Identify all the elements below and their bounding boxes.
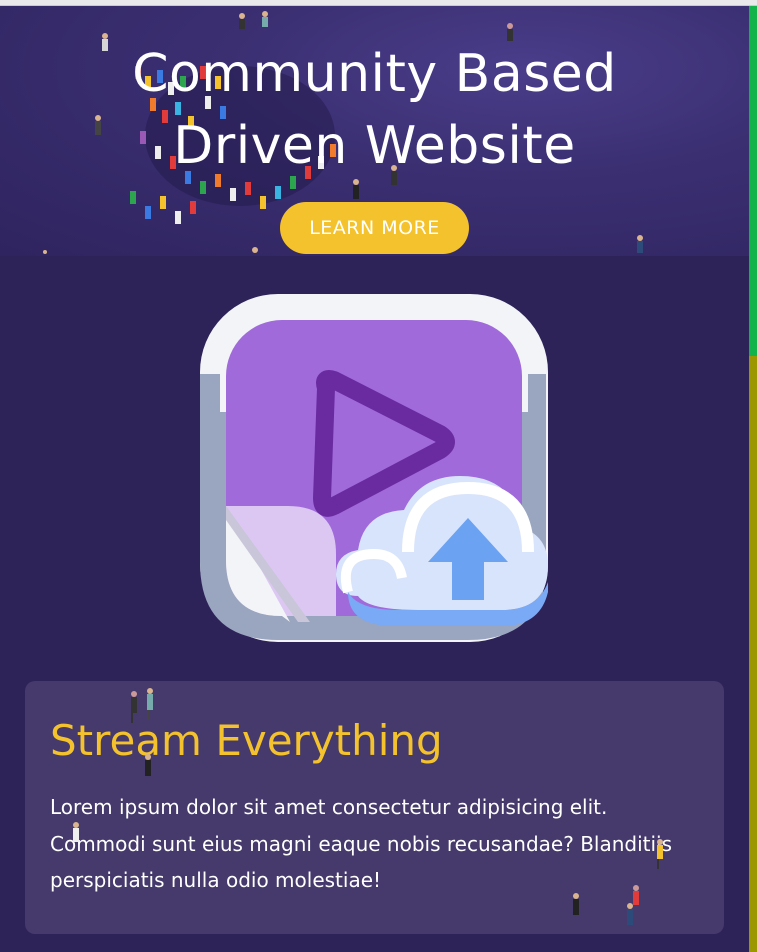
hero-section: Community Based Driven Website LEARN MOR… (0, 6, 749, 256)
feature-card: Stream Everything Lorem ipsum dolor sit … (25, 681, 724, 934)
learn-more-button[interactable]: LEARN MORE (280, 202, 469, 254)
video-upload-icon (200, 294, 548, 642)
feature-title: Stream Everything (50, 716, 443, 765)
hero-title-line-1: Community Based (132, 44, 617, 104)
hero-title-line-2: Driven Website (173, 116, 576, 176)
feature-description: Lorem ipsum dolor sit amet consectetur a… (50, 795, 673, 892)
hero-title: Community Based Driven Website (0, 38, 749, 182)
scrollbar-thumb[interactable] (749, 6, 757, 356)
